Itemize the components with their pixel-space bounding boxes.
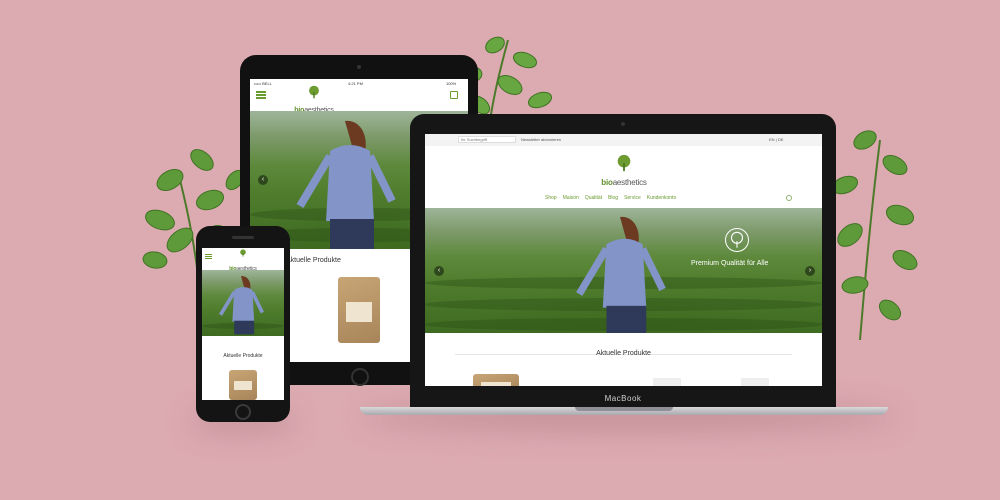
search-icon[interactable] [786, 195, 792, 201]
phone-home-button[interactable] [235, 404, 251, 420]
hero-badge-icon [725, 228, 749, 252]
search-input[interactable] [458, 136, 516, 143]
tablet-status-carrier: ••••• BELL [254, 81, 272, 86]
phone-screen: bioaesthetics Aktuelle Produkte [202, 248, 284, 400]
phone-speaker [232, 236, 254, 239]
tree-logo-icon [309, 85, 319, 99]
tablet-product-card[interactable] [338, 277, 380, 343]
tablet-status-time: 4:21 PM [348, 81, 363, 86]
laptop-product-card-2[interactable] [653, 378, 681, 386]
bag-icon[interactable] [450, 91, 458, 99]
tree-logo-icon [617, 154, 631, 172]
logo-bold: bio [601, 178, 613, 187]
phone-product-card[interactable] [229, 370, 257, 400]
logo-light: aesthetics [612, 178, 647, 187]
nav-maison[interactable]: Maison [563, 195, 579, 201]
hero-headline: Premium Qualität für Alle [691, 260, 769, 267]
laptop-camera [621, 122, 625, 126]
top-bar: Newsletter abonnieren EN | DE [425, 134, 822, 146]
laptop-screen: Newsletter abonnieren EN | DE bioaesthet… [425, 134, 822, 386]
prev-slide-arrow[interactable]: ‹ [434, 266, 444, 276]
tree-logo-icon [240, 249, 246, 257]
laptop-logo[interactable]: bioaesthetics [583, 154, 665, 190]
laptop-product-card[interactable] [473, 374, 519, 386]
phone-menu-icon[interactable] [205, 254, 212, 259]
tablet-logo[interactable]: bioaesthetics [284, 85, 344, 114]
tablet-status-battery: 100% [446, 81, 457, 86]
language-switch[interactable]: EN | DE [769, 137, 783, 142]
laptop-section-title: Aktuelle Produkte [596, 350, 651, 357]
nav-blog[interactable]: Blog [608, 195, 618, 201]
next-slide-arrow[interactable]: › [805, 266, 815, 276]
nav-qualitaet[interactable]: Qualität [585, 195, 602, 201]
laptop-hero-image: Premium Qualität für Alle ‹ › [425, 208, 822, 333]
nav-kundenkonto[interactable]: Kundenkonto [647, 195, 676, 201]
tablet-section-title: Aktuelle Produkte [286, 257, 341, 264]
woman-figure [296, 120, 396, 249]
plant-right [820, 120, 930, 340]
nav-shop[interactable]: Shop [545, 195, 557, 201]
nav-service[interactable]: Service [624, 195, 641, 201]
tablet-camera [357, 65, 361, 69]
laptop-product-card-3[interactable] [741, 378, 769, 386]
woman-figure [218, 276, 264, 335]
phone-device: bioaesthetics Aktuelle Produkte [196, 226, 290, 422]
main-nav: Shop Maison Qualität Blog Service Kunden… [545, 195, 676, 201]
newsletter-link[interactable]: Newsletter abonnieren [521, 137, 561, 142]
laptop-device: Newsletter abonnieren EN | DE bioaesthet… [410, 114, 836, 408]
woman-figure [576, 216, 666, 333]
laptop-opening-notch [575, 407, 673, 411]
prev-slide-arrow[interactable]: ‹ [258, 175, 268, 185]
hamburger-icon[interactable] [256, 91, 266, 99]
laptop-brand-label: MacBook [604, 394, 642, 403]
phone-section-title: Aktuelle Produkte [223, 353, 263, 359]
tablet-home-button[interactable] [351, 368, 369, 386]
phone-hero-image [202, 270, 284, 336]
